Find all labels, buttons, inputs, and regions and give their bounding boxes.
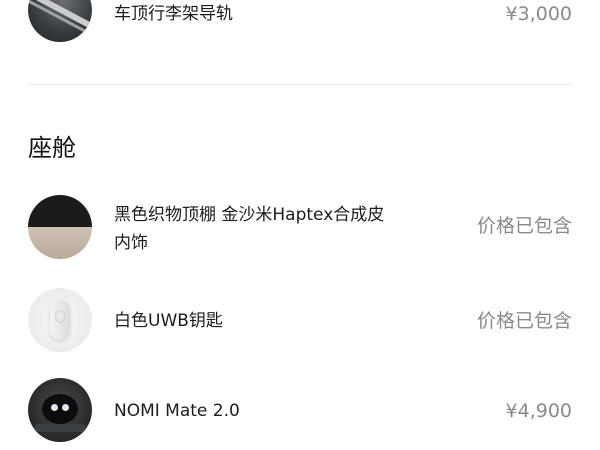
option-name-line2: 内饰 <box>114 233 148 253</box>
option-price: ¥4,900 <box>505 400 572 422</box>
option-item-interior[interactable]: 黑色织物顶棚 金沙米Haptex合成皮 内饰 价格已包含 <box>0 190 600 264</box>
roof-rail-image <box>28 0 92 42</box>
option-item-uwb-key[interactable]: 白色UWB钥匙 价格已包含 <box>0 283 600 357</box>
uwb-key-image <box>28 288 92 352</box>
option-item-nomi-mate[interactable]: NOMI Mate 2.0 ¥4,900 <box>0 373 600 447</box>
option-name: 车顶行李架导轨 <box>114 4 233 24</box>
nomi-mate-image <box>28 378 92 442</box>
option-name: 白色UWB钥匙 <box>114 311 223 331</box>
option-name: NOMI Mate 2.0 <box>114 401 240 421</box>
option-price: 价格已包含 <box>476 215 572 237</box>
section-divider <box>28 84 572 85</box>
headliner-interior-image <box>28 195 92 259</box>
section-title-cabin: 座舱 <box>28 134 76 162</box>
option-price: 价格已包含 <box>476 310 572 332</box>
option-item-roof-rail[interactable]: 车顶行李架导轨 ¥3,000 <box>0 0 600 60</box>
option-price: ¥3,000 <box>505 3 572 25</box>
option-name-line1: 黑色织物顶棚 金沙米Haptex合成皮 <box>114 205 385 225</box>
